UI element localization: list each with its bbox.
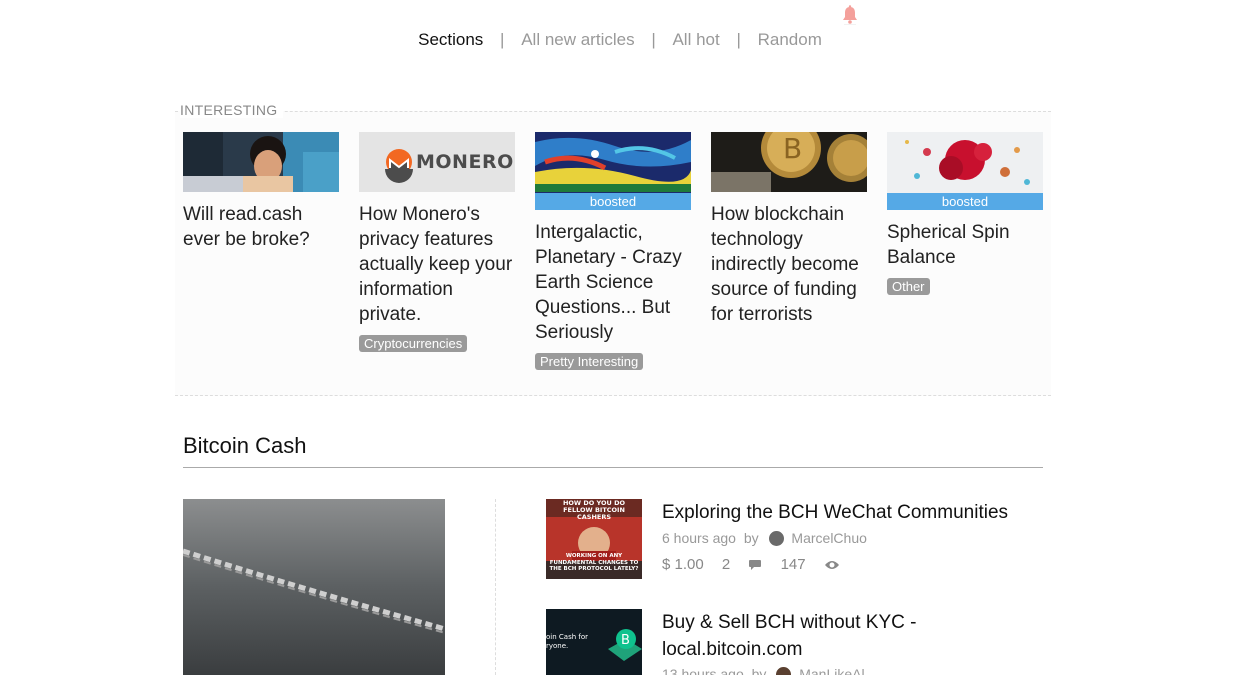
- boosted-badge: boosted: [887, 193, 1043, 210]
- card-tag[interactable]: Other: [887, 278, 930, 295]
- article-thumbnail[interactable]: HOW DO YOU DO FELLOW BITCOIN CASHERS WOR…: [546, 499, 642, 579]
- nav-separator: |: [651, 30, 656, 49]
- tip-amount: $ 1.00: [662, 556, 704, 573]
- monero-logo-text: MONERO: [416, 151, 514, 173]
- card-title[interactable]: How blockchain technology indirectly bec…: [711, 202, 867, 327]
- featured-article-image[interactable]: [183, 499, 445, 675]
- article-item[interactable]: B oin Cash for ryone. Buy & Sell BCH wit…: [546, 609, 1046, 675]
- section-divider: [183, 467, 1043, 468]
- interesting-card[interactable]: B How blockchain technology indirectly b…: [711, 132, 867, 327]
- top-nav: Sections | All new articles | All hot | …: [0, 30, 1240, 50]
- meme-text-bottom: WORKING ON ANY FUNDAMENTAL CHANGES TO TH…: [549, 553, 639, 572]
- author-link[interactable]: ManLikeAl: [799, 666, 864, 675]
- comment-count: 2: [721, 556, 731, 573]
- nav-random[interactable]: Random: [758, 30, 822, 50]
- card-thumbnail[interactable]: B: [711, 132, 867, 192]
- article-title[interactable]: Exploring the BCH WeChat Communities: [662, 499, 1042, 526]
- comment-icon: [749, 560, 762, 570]
- article-meta: 6 hours ago by MarcelChuo: [662, 530, 867, 546]
- article-meta: 13 hours ago by ManLikeAl: [662, 666, 865, 675]
- meme-text-top: HOW DO YOU DO FELLOW BITCOIN CASHERS: [562, 499, 626, 521]
- card-tag[interactable]: Pretty Interesting: [535, 353, 644, 370]
- author-link[interactable]: MarcelChuo: [791, 530, 866, 546]
- article-stats: $ 1.00 2 147: [662, 556, 854, 573]
- interesting-card[interactable]: boosted Spherical Spin Balance Other: [887, 132, 1043, 296]
- boosted-badge: boosted: [535, 193, 691, 210]
- avatar[interactable]: [768, 531, 784, 546]
- interesting-card[interactable]: Will read.cash ever be broke?: [183, 132, 339, 252]
- interesting-card[interactable]: MONERO How Monero's privacy features act…: [359, 132, 515, 353]
- by-label: by: [751, 666, 767, 675]
- card-thumbnail[interactable]: MONERO: [359, 132, 515, 192]
- thumb-text: oin Cash for ryone.: [546, 633, 588, 650]
- interesting-label: INTERESTING: [180, 102, 284, 118]
- card-tag[interactable]: Cryptocurrencies: [359, 335, 468, 352]
- article-thumbnail[interactable]: B oin Cash for ryone.: [546, 609, 642, 675]
- card-thumbnail[interactable]: [183, 132, 339, 192]
- nav-all-hot[interactable]: All hot: [672, 30, 719, 50]
- eye-icon: [824, 561, 839, 569]
- article-item[interactable]: HOW DO YOU DO FELLOW BITCOIN CASHERS WOR…: [546, 499, 1046, 599]
- interesting-card[interactable]: boosted Intergalactic, Planetary - Crazy…: [535, 132, 691, 371]
- bell-icon[interactable]: [840, 4, 860, 26]
- article-time: 13 hours ago: [662, 666, 744, 675]
- nav-separator: |: [736, 30, 741, 49]
- section-title[interactable]: Bitcoin Cash: [183, 433, 307, 459]
- nav-all-new-articles[interactable]: All new articles: [521, 30, 634, 50]
- card-title[interactable]: Spherical Spin Balance: [887, 220, 1043, 270]
- view-count-wrap: 147: [781, 556, 840, 573]
- svg-text:B: B: [783, 132, 802, 165]
- nav-separator: |: [500, 30, 505, 49]
- column-divider: [495, 499, 496, 675]
- article-title[interactable]: Buy & Sell BCH without KYC - local.bitco…: [662, 609, 1042, 663]
- svg-text:B: B: [621, 633, 630, 648]
- card-title[interactable]: Will read.cash ever be broke?: [183, 202, 339, 252]
- by-label: by: [743, 530, 759, 546]
- avatar[interactable]: [776, 667, 792, 675]
- nav-sections[interactable]: Sections: [418, 30, 483, 50]
- comment-count-wrap[interactable]: 2: [722, 556, 767, 573]
- card-thumbnail[interactable]: boosted: [535, 132, 691, 210]
- interesting-panel: INTERESTING Will read.cash ever be broke…: [175, 102, 1051, 396]
- card-title[interactable]: Intergalactic, Planetary - Crazy Earth S…: [535, 220, 691, 345]
- card-thumbnail[interactable]: boosted: [887, 132, 1043, 210]
- article-time: 6 hours ago: [662, 530, 736, 546]
- card-title[interactable]: How Monero's privacy features actually k…: [359, 202, 515, 327]
- view-count: 147: [780, 556, 806, 573]
